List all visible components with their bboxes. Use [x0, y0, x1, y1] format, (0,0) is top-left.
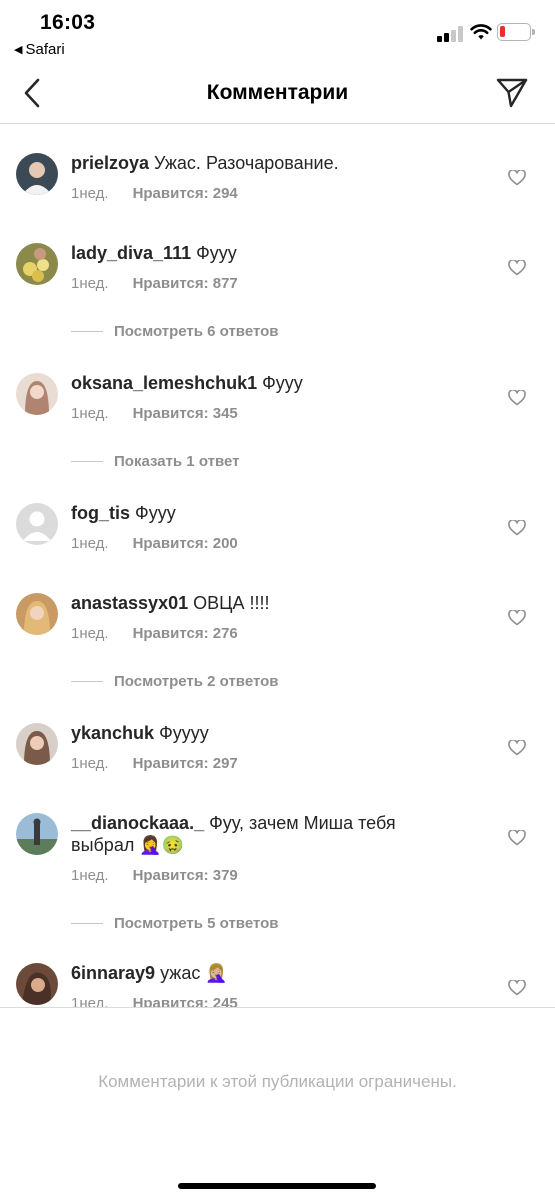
comment-text: prielzoya Ужас. Разочарование.: [71, 152, 431, 174]
like-heart-icon[interactable]: [508, 170, 526, 186]
nav-header: Комментарии: [0, 66, 555, 124]
back-triangle-icon: ◀: [14, 44, 23, 56]
comment-text: fog_tis Фууу: [71, 502, 431, 524]
avatar[interactable]: [16, 373, 58, 415]
comment-body: Фуууу: [159, 723, 209, 743]
view-replies-button[interactable]: Показать 1 ответ: [71, 453, 239, 470]
comment-text: oksana_lemeshchuk1 Фууу: [71, 372, 431, 394]
comment-time: 1нед.: [71, 535, 109, 552]
default-avatar[interactable]: [16, 503, 58, 545]
comment-username[interactable]: anastassyx01: [71, 593, 188, 613]
replies-divider: [71, 681, 103, 682]
comment-meta: 1нед. Нравится: 297: [71, 755, 238, 772]
avatar[interactable]: [16, 153, 58, 195]
replies-label: Посмотреть 6 ответов: [114, 323, 279, 340]
like-heart-icon[interactable]: [508, 830, 526, 846]
comment-body: Фууу: [135, 503, 176, 523]
comment-meta: 1нед. Нравится: 245: [71, 995, 238, 1007]
back-app-label: Safari: [25, 41, 65, 58]
comment-username[interactable]: oksana_lemeshchuk1: [71, 373, 257, 393]
comment-username[interactable]: __dianockaaa._: [71, 813, 204, 833]
comment-body: Фууу: [196, 243, 237, 263]
avatar[interactable]: [16, 963, 58, 1005]
comment-likes[interactable]: Нравится: 379: [133, 867, 238, 884]
battery-level: [500, 26, 505, 37]
comment-meta: 1нед. Нравится: 276: [71, 625, 238, 642]
comment-username[interactable]: 6innaray9: [71, 963, 155, 983]
comment-time: 1нед.: [71, 405, 109, 422]
comments-list: prielzoya Ужас. Разочарование. 1нед. Нрав…: [0, 125, 555, 1007]
avatar[interactable]: [16, 593, 58, 635]
view-replies-button[interactable]: Посмотреть 5 ответов: [71, 915, 279, 932]
replies-divider: [71, 331, 103, 332]
comment-meta: 1нед. Нравится: 345: [71, 405, 238, 422]
replies-divider: [71, 461, 103, 462]
comment-meta: 1нед. Нравится: 200: [71, 535, 238, 552]
comment-likes[interactable]: Нравится: 345: [133, 405, 238, 422]
home-indicator[interactable]: [178, 1183, 376, 1189]
comment-likes[interactable]: Нравится: 294: [133, 185, 238, 202]
avatar[interactable]: [16, 723, 58, 765]
page-title: Комментарии: [206, 81, 349, 104]
replies-divider: [71, 923, 103, 924]
comment-text: lady_diva_111 Фууу: [71, 242, 431, 264]
wifi-icon: [470, 24, 492, 40]
back-to-app-link[interactable]: ◀ Safari: [14, 41, 65, 58]
comment-time: 1нед.: [71, 995, 109, 1007]
send-icon[interactable]: [495, 77, 529, 109]
replies-label: Показать 1 ответ: [114, 453, 240, 470]
comment-time: 1нед.: [71, 755, 109, 772]
comment-meta: 1нед. Нравится: 294: [71, 185, 238, 202]
comment-body: Фууу: [262, 373, 303, 393]
comment-body: ОВЦА !!!!: [193, 593, 270, 613]
comment-username[interactable]: prielzoya: [71, 153, 149, 173]
comment-time: 1нед.: [71, 867, 109, 884]
comment-likes[interactable]: Нравится: 245: [133, 995, 238, 1007]
comment-likes[interactable]: Нравится: 297: [133, 755, 238, 772]
comment-username[interactable]: fog_tis: [71, 503, 130, 523]
like-heart-icon[interactable]: [508, 610, 526, 626]
view-replies-button[interactable]: Посмотреть 2 ответов: [71, 673, 279, 690]
status-time: 16:03: [40, 11, 96, 34]
comment-text: anastassyx01 ОВЦА !!!!: [71, 592, 431, 614]
comment-likes[interactable]: Нравится: 200: [133, 535, 238, 552]
comment-likes[interactable]: Нравится: 276: [133, 625, 238, 642]
comment-likes[interactable]: Нравится: 877: [133, 275, 238, 292]
battery-icon: [497, 23, 535, 41]
like-heart-icon[interactable]: [508, 740, 526, 756]
cellular-signal-icon: [437, 26, 463, 42]
replies-label: Посмотреть 5 ответов: [114, 915, 279, 932]
replies-label: Посмотреть 2 ответов: [114, 673, 279, 690]
comment-time: 1нед.: [71, 275, 109, 292]
comment-time: 1нед.: [71, 185, 109, 202]
comments-restricted-notice: Комментарии к этой публикации ограничены…: [98, 1072, 457, 1091]
avatar[interactable]: [16, 243, 58, 285]
like-heart-icon[interactable]: [508, 390, 526, 406]
comment-meta: 1нед. Нравится: 877: [71, 275, 238, 292]
comment-meta: 1нед. Нравится: 379: [71, 867, 238, 884]
like-heart-icon[interactable]: [508, 260, 526, 276]
comments-footer: Комментарии к этой публикации ограничены…: [0, 1007, 555, 1200]
like-heart-icon[interactable]: [508, 980, 526, 996]
status-bar: 16:03 ◀ Safari: [0, 0, 555, 66]
comment-body: ужас 🤦🏼‍♀️: [160, 963, 228, 983]
comment-username[interactable]: lady_diva_111: [71, 243, 191, 263]
comment-time: 1нед.: [71, 625, 109, 642]
avatar[interactable]: [16, 813, 58, 855]
comment-text: ykanchuk Фуууу: [71, 722, 431, 744]
view-replies-button[interactable]: Посмотреть 6 ответов: [71, 323, 279, 340]
comment-text: __dianockaaa._ Фуу, зачем Миша тебя выбр…: [71, 812, 431, 856]
comment-body: Ужас. Разочарование.: [154, 153, 339, 173]
like-heart-icon[interactable]: [508, 520, 526, 536]
comment-text: 6innaray9 ужас 🤦🏼‍♀️: [71, 962, 431, 984]
comment-username[interactable]: ykanchuk: [71, 723, 154, 743]
